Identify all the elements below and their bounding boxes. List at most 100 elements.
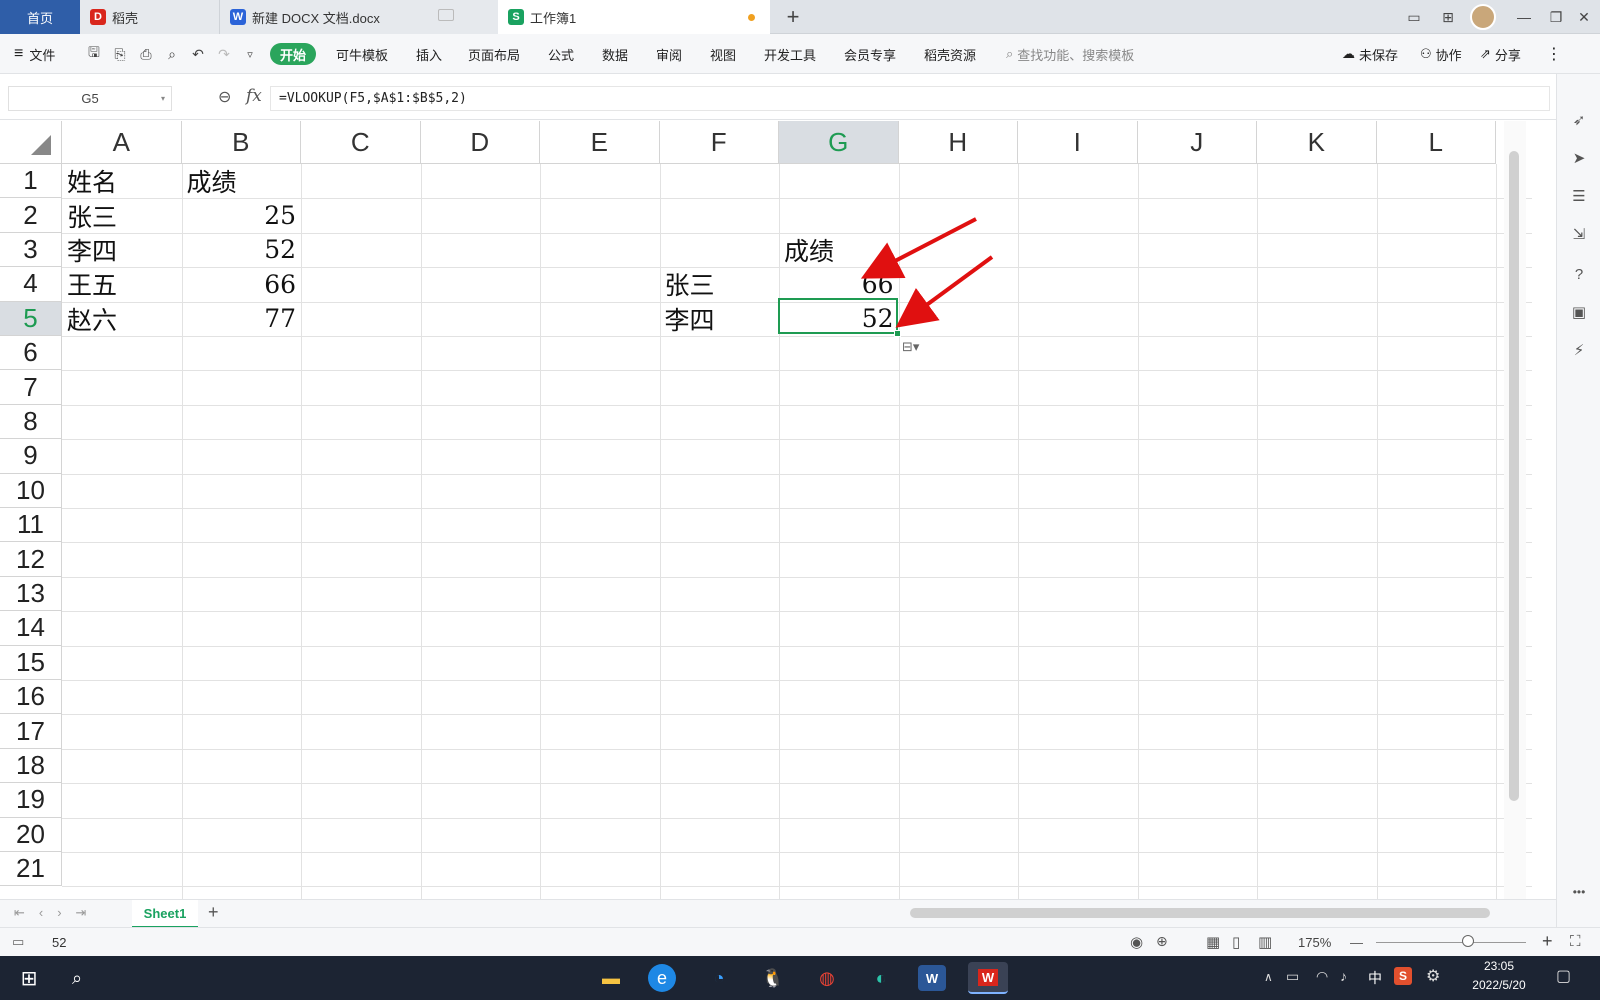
save-icon[interactable]: 🖫 (84, 44, 104, 64)
row-header-21[interactable]: 21 (0, 852, 62, 887)
row-header-17[interactable]: 17 (0, 714, 62, 749)
undo-icon[interactable]: ↶ (188, 44, 208, 64)
zoom-in-icon[interactable]: + (1542, 931, 1553, 952)
export-icon[interactable]: ⎘ (110, 44, 130, 64)
column-header-h[interactable]: H (898, 121, 1018, 164)
row-header-10[interactable]: 10 (0, 473, 62, 508)
more-icon[interactable]: ⋮ (1546, 43, 1562, 65)
clock-date[interactable]: 2022/5/20 (1462, 978, 1536, 992)
clock-time[interactable]: 23:05 (1462, 959, 1536, 973)
lightning-icon[interactable]: ⚡ (1569, 340, 1589, 360)
cell-b1[interactable]: 成绩 (182, 164, 302, 198)
menu-view[interactable]: 视图 (710, 43, 736, 65)
tab-daoke[interactable]: D 稻壳 (80, 0, 220, 34)
settings-gear-icon[interactable]: ⚙ (1426, 966, 1440, 986)
row-header-1[interactable]: 1 (0, 164, 62, 199)
paste-options-icon[interactable]: ⊟▾ (902, 339, 932, 357)
normal-view-icon[interactable]: ▦ (1206, 933, 1220, 951)
zoom-level[interactable]: 175% (1298, 935, 1331, 950)
cell-a5[interactable]: 赵六 (62, 302, 182, 336)
row-header-14[interactable]: 14 (0, 611, 62, 646)
menu-data[interactable]: 数据 (602, 43, 628, 65)
more-dots-icon[interactable]: ••• (1569, 882, 1589, 902)
tab-workbook[interactable]: S 工作簿1 (498, 0, 770, 34)
notification-icon[interactable]: ▢ (1556, 966, 1571, 986)
column-header-d[interactable]: D (420, 121, 540, 164)
word-taskbar-icon[interactable]: W (918, 965, 946, 991)
fx-icon[interactable]: fx (246, 86, 262, 106)
settings-sliders-icon[interactable]: ☰ (1569, 186, 1589, 206)
cell-b2[interactable]: 25 (182, 198, 302, 232)
add-sheet-button[interactable]: + (208, 902, 219, 923)
column-header-f[interactable]: F (659, 121, 779, 164)
customize-dropdown-icon[interactable]: ▿ (240, 44, 260, 64)
image-tools-icon[interactable]: ▣ (1569, 302, 1589, 322)
cell-f5[interactable]: 李四 (660, 302, 780, 336)
qq-icon[interactable]: 🐧 (756, 962, 790, 994)
menu-formula[interactable]: 公式 (548, 43, 574, 65)
menu-member[interactable]: 会员专享 (844, 43, 896, 65)
row-header-12[interactable]: 12 (0, 542, 62, 577)
menu-template[interactable]: 可牛模板 (336, 43, 388, 65)
ime-indicator[interactable]: 中 (1368, 968, 1382, 988)
macro-icon[interactable]: ▭ (12, 934, 24, 950)
layout-icon[interactable]: ▭ (1398, 0, 1430, 34)
column-header-b[interactable]: B (181, 121, 301, 164)
column-header-g[interactable]: G (779, 121, 899, 164)
page-layout-view-icon[interactable]: ▯ (1232, 933, 1240, 951)
column-header-l[interactable]: L (1376, 121, 1496, 164)
row-header-15[interactable]: 15 (0, 645, 62, 680)
wifi-icon[interactable]: ◠ (1316, 968, 1328, 985)
row-header-19[interactable]: 19 (0, 783, 62, 818)
minimize-icon[interactable]: — (1508, 0, 1540, 34)
row-header-8[interactable]: 8 (0, 404, 62, 440)
vertical-scrollbar[interactable] (1504, 121, 1526, 899)
cell-b4[interactable]: 66 (182, 267, 302, 301)
row-header-4[interactable]: 4 (0, 267, 62, 302)
chrome-icon[interactable]: ◍ (810, 962, 844, 994)
print-preview-icon[interactable]: ⌕ (162, 44, 182, 64)
cursor-icon[interactable]: ➤ (1569, 148, 1589, 168)
zoom-slider[interactable] (1376, 942, 1526, 943)
avatar[interactable] (1470, 4, 1496, 30)
menu-developer[interactable]: 开发工具 (764, 43, 816, 65)
print-icon[interactable]: ⎙ (136, 44, 156, 64)
row-header-16[interactable]: 16 (0, 680, 62, 715)
file-explorer-icon[interactable]: ▬ (594, 962, 628, 994)
battery-icon[interactable]: ▭ (1286, 968, 1299, 985)
zoom-out-icon[interactable]: — (1350, 935, 1363, 950)
cell-a2[interactable]: 张三 (62, 198, 182, 232)
search-taskbar-icon[interactable]: ⌕ (60, 962, 94, 994)
column-header-k[interactable]: K (1257, 121, 1377, 164)
select-all-corner[interactable] (0, 121, 62, 164)
column-header-i[interactable]: I (1018, 121, 1138, 164)
sheet-nav-icons[interactable]: ⇤‹›⇥ (14, 905, 100, 921)
rocket-icon[interactable]: ➶ (1569, 110, 1589, 130)
menu-insert[interactable]: 插入 (416, 43, 442, 65)
help-icon[interactable]: ? (1569, 264, 1589, 284)
transform-icon[interactable]: ⇲ (1569, 224, 1589, 244)
browser-e-icon[interactable]: e (648, 964, 676, 992)
page-break-view-icon[interactable]: ▥ (1258, 933, 1272, 951)
cell-b3[interactable]: 52 (182, 233, 302, 267)
cell-f4[interactable]: 张三 (660, 267, 780, 301)
quark-icon[interactable]: ◔ (702, 962, 736, 994)
search-box[interactable]: ⌕ 查找功能、搜索模板 (1006, 43, 1134, 65)
menu-page-layout[interactable]: 页面布局 (468, 43, 520, 65)
row-header-9[interactable]: 9 (0, 439, 62, 474)
unsaved-button[interactable]: ☁ 未保存 (1342, 43, 1398, 65)
edge-icon[interactable]: ◐ (864, 962, 898, 994)
horizontal-scrollbar[interactable] (910, 908, 1490, 918)
row-header-18[interactable]: 18 (0, 748, 62, 784)
name-box[interactable]: G5 ▾ (8, 86, 172, 111)
column-header-j[interactable]: J (1137, 121, 1257, 164)
sheet-tab[interactable]: Sheet1 (132, 900, 198, 928)
zoom-slider-thumb[interactable] (1462, 935, 1474, 947)
tab-home[interactable]: 首页 (0, 0, 80, 34)
row-header-11[interactable]: 11 (0, 508, 62, 543)
row-header-6[interactable]: 6 (0, 336, 62, 371)
file-menu[interactable]: ≡ 文件 (14, 43, 55, 65)
menu-review[interactable]: 审阅 (656, 43, 682, 65)
menu-daoke-resources[interactable]: 稻壳资源 (924, 43, 976, 65)
eye-protect-icon[interactable]: ◉ (1130, 933, 1143, 951)
